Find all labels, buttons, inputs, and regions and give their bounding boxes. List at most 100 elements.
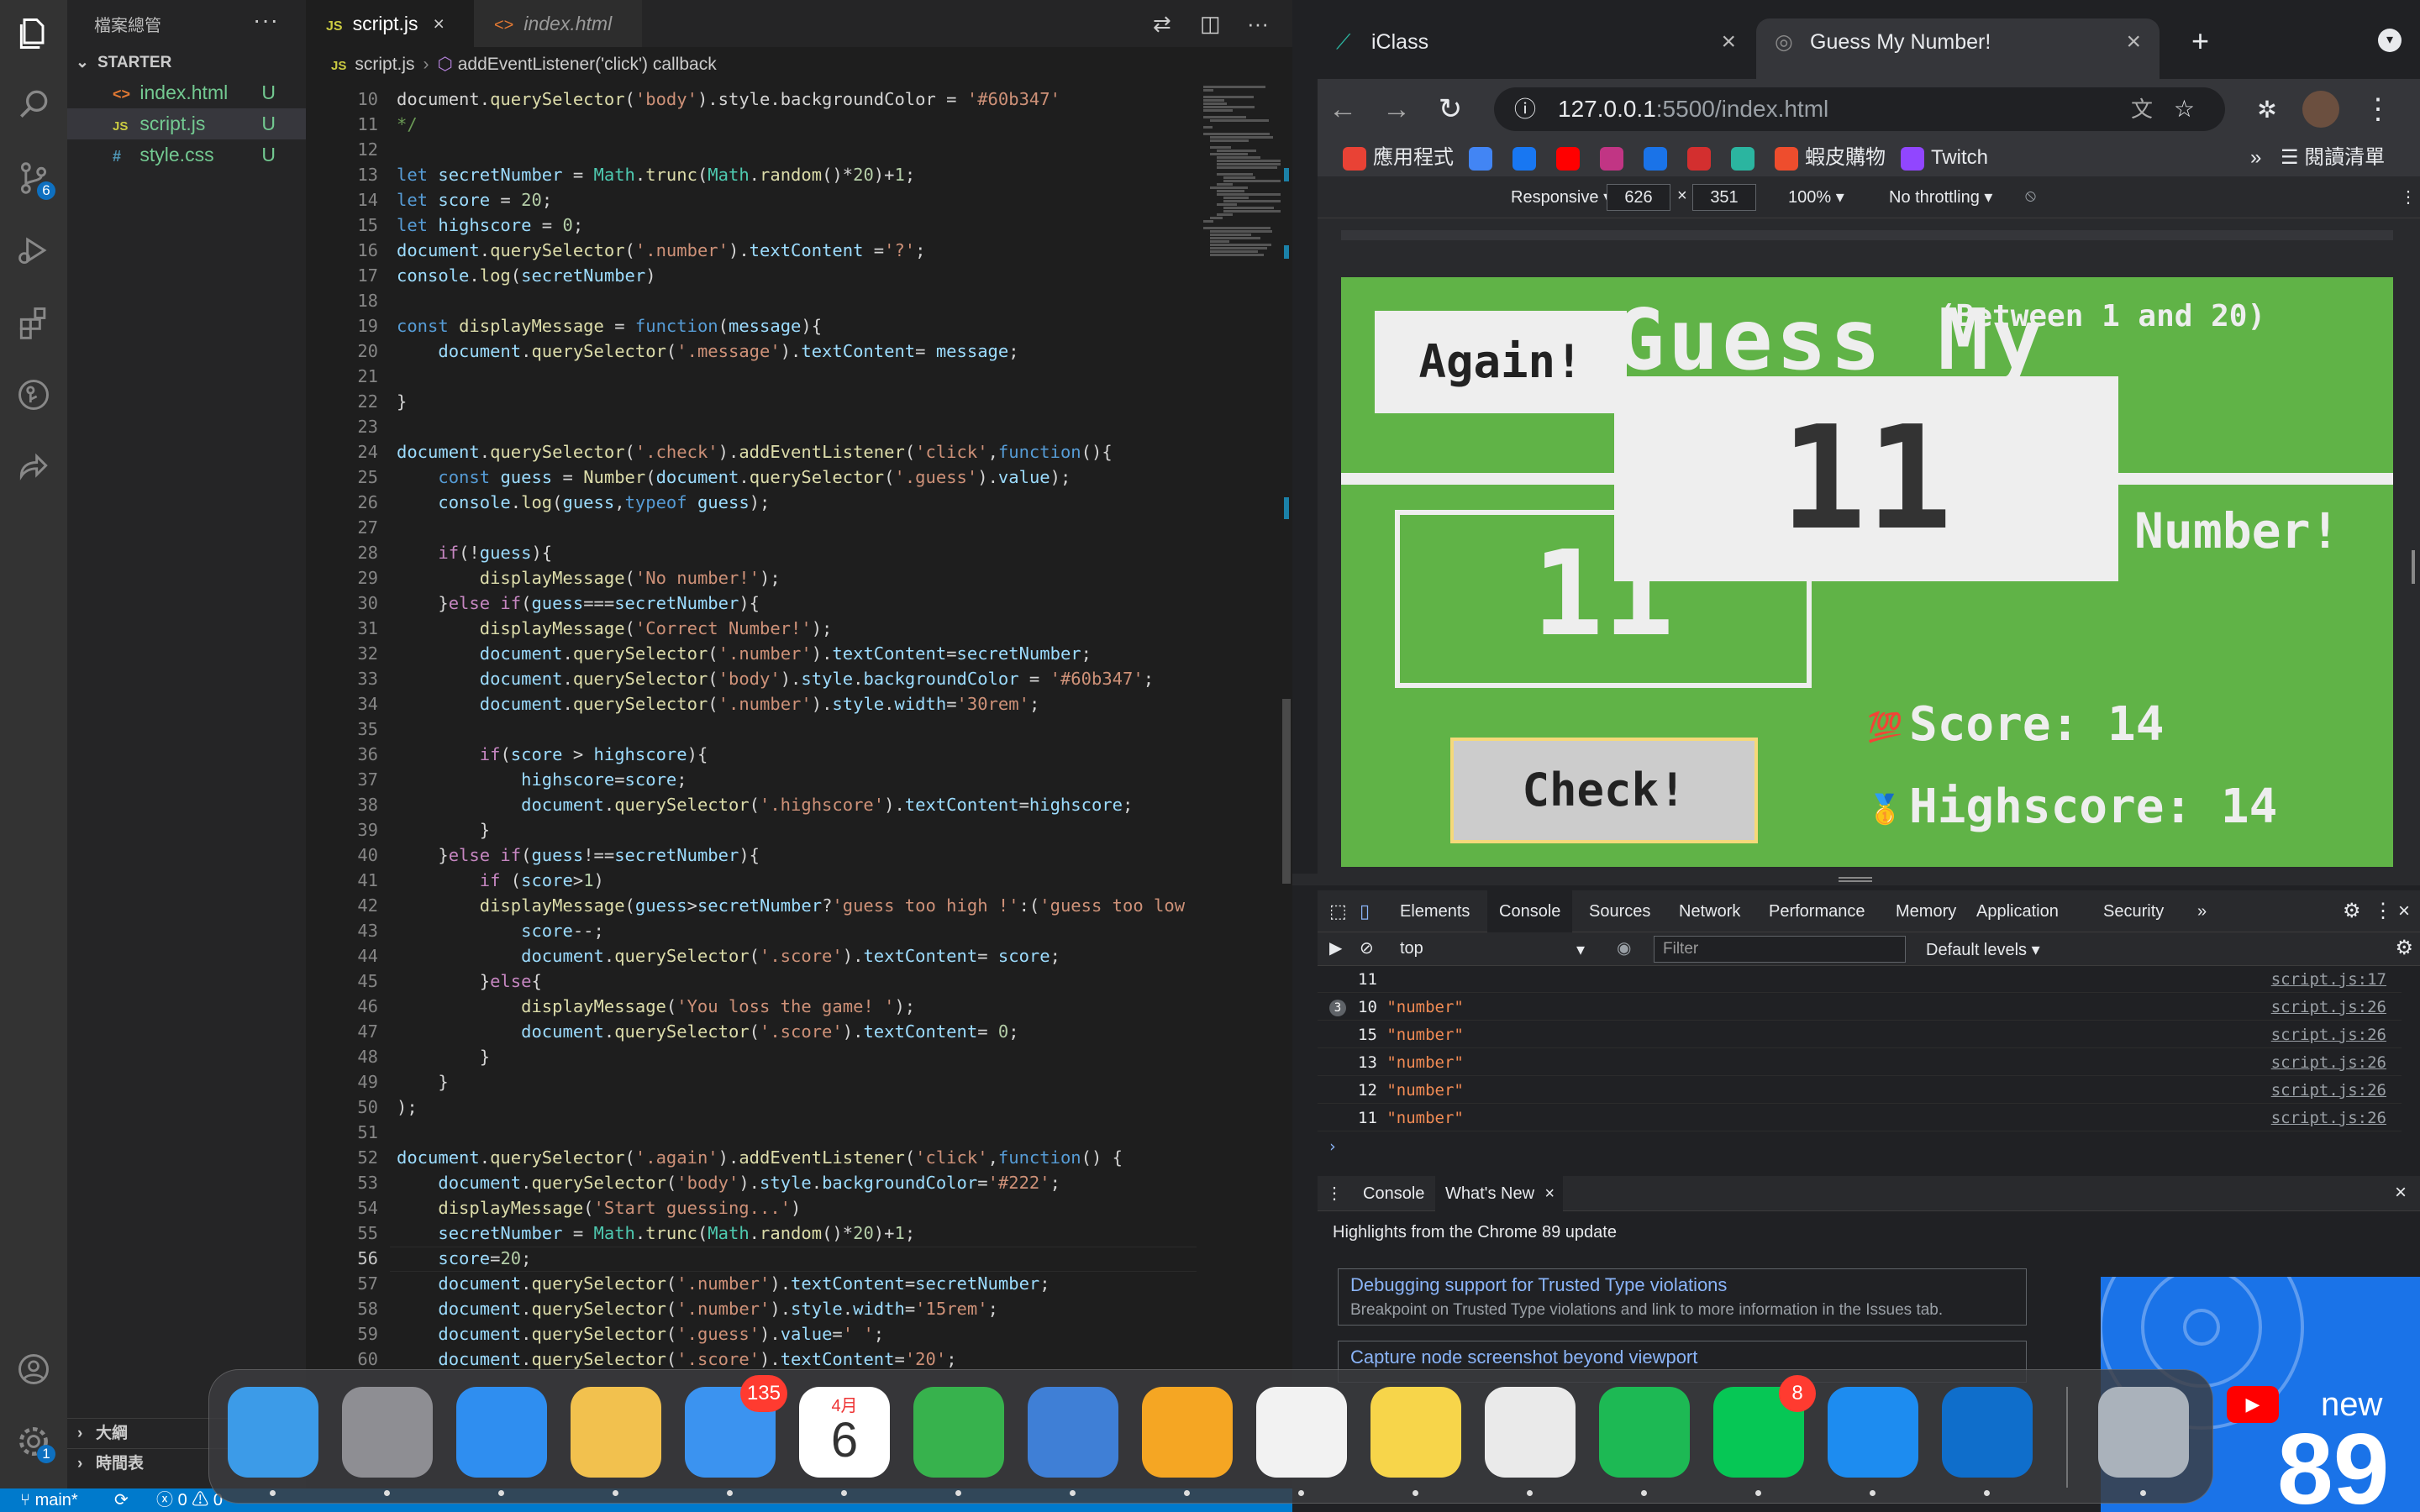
settings-gear-icon[interactable]: 1 (0, 1408, 67, 1475)
devtools-menu-icon[interactable]: ⋮ (2373, 890, 2393, 932)
check-button[interactable]: Check! (1450, 738, 1758, 843)
more-options-icon[interactable]: ⋮ (2400, 186, 2417, 207)
git-graph-icon[interactable] (0, 361, 67, 428)
console-filter-input[interactable]: Filter (1654, 936, 1906, 963)
compare-changes-icon[interactable]: ⇄ (1153, 0, 1171, 47)
source-link[interactable]: script.js:26 (2271, 1021, 2386, 1048)
drawer-tab-whats-new[interactable]: What's New × (1435, 1176, 1564, 1211)
star-icon[interactable]: ☆ (2174, 87, 2195, 131)
close-devtools-icon[interactable]: × (2398, 890, 2410, 932)
explorer-icon[interactable] (0, 0, 67, 67)
rotate-icon[interactable]: ⦸ (2025, 186, 2036, 206)
finder-icon[interactable] (228, 1387, 318, 1478)
tab-search-icon[interactable]: ▾ (2378, 29, 2402, 52)
close-icon[interactable]: × (2126, 18, 2141, 66)
code-editor[interactable]: 10 document.querySelector('body').style.b… (306, 77, 1197, 1488)
address-bar[interactable]: ⓘ 127.0.0.1:5500/index.html ⽂ ☆ (1494, 87, 2225, 131)
console-settings-icon[interactable]: ⚙ (2395, 936, 2413, 960)
tab-index-html[interactable]: <> index.html (474, 0, 642, 47)
more-tabs-icon[interactable]: » (2197, 890, 2207, 932)
folder-starter[interactable]: ⌄ STARTER (67, 50, 306, 76)
breadcrumb-file[interactable]: script.js (355, 55, 414, 74)
file-index-html[interactable]: <> index.html U (67, 77, 306, 108)
numbers-icon[interactable] (913, 1387, 1004, 1478)
bookmark-item[interactable] (1687, 143, 1718, 173)
browser-tab-iclass[interactable]: ⟋ iClass × (1318, 18, 1754, 79)
viewport-width-input[interactable]: 626 (1607, 184, 1670, 211)
clear-console-icon[interactable]: ⊘ (1360, 937, 1374, 958)
source-link[interactable]: script.js:26 (2271, 1105, 2386, 1131)
file-style-css[interactable]: # style.css U (67, 139, 306, 171)
file-script-js[interactable]: JS script.js U (67, 108, 306, 139)
log-levels-dropdown[interactable]: Default levels ▾ (1926, 939, 2040, 960)
again-button[interactable]: Again! (1375, 311, 1627, 413)
chrome-icon[interactable] (1485, 1387, 1576, 1478)
close-drawer-icon[interactable]: × (2395, 1181, 2407, 1205)
search-icon[interactable] (0, 71, 67, 138)
source-link[interactable]: script.js:26 (2271, 994, 2386, 1021)
spotify-icon[interactable] (1599, 1387, 1690, 1478)
devtools-tab-console[interactable]: Console (1487, 890, 1573, 932)
resize-handle-right[interactable] (2412, 550, 2415, 584)
bookmark-item[interactable]: 應用程式 (1343, 143, 1454, 173)
devtools-tab-memory[interactable]: Memory (1884, 890, 1968, 932)
drawer-tab-console[interactable]: Console (1355, 1176, 1433, 1211)
zoom-dropdown[interactable]: 100% ▾ (1788, 186, 1844, 207)
bookmark-item[interactable] (1644, 143, 1674, 173)
bookmark-item[interactable] (1556, 143, 1586, 173)
device-toggle-icon[interactable]: ▯ (1360, 890, 1370, 932)
minimap[interactable] (1197, 77, 1291, 1488)
close-icon[interactable]: × (434, 13, 445, 34)
context-dropdown[interactable]: top ▾ (1400, 939, 1585, 959)
tab-script-js[interactable]: JS script.js × (306, 0, 474, 47)
drawer-menu-icon[interactable]: ⋮ (1326, 1183, 1343, 1204)
keynote-icon[interactable] (1028, 1387, 1118, 1478)
split-editor-icon[interactable]: ◫ (1200, 0, 1221, 47)
breadcrumb-symbol[interactable]: addEventListener('click') callback (458, 55, 717, 74)
resize-handle-bottom[interactable] (1292, 874, 2420, 885)
reload-icon[interactable]: ↻ (1425, 79, 1476, 139)
bookmark-item[interactable]: Twitch (1901, 143, 1988, 173)
xcode-icon[interactable] (1828, 1387, 1918, 1478)
bookmark-item[interactable] (1731, 143, 1761, 173)
pages-icon[interactable] (1142, 1387, 1233, 1478)
source-link[interactable]: script.js:17 (2271, 966, 2386, 993)
close-icon[interactable]: × (1721, 18, 1736, 66)
more-bookmarks-icon[interactable]: » (2250, 143, 2261, 173)
viewport-height-input[interactable]: 351 (1692, 184, 1756, 211)
branch-indicator[interactable]: ⑂ main* (20, 1488, 78, 1512)
devtools-tab-performance[interactable]: Performance (1757, 890, 1877, 932)
translate-icon[interactable]: ⽂ (2131, 87, 2153, 131)
devtools-tab-sources[interactable]: Sources (1577, 890, 1662, 932)
device-mode-dropdown[interactable]: Responsive ▾ (1511, 186, 1612, 207)
more-actions-icon[interactable]: ··· (253, 7, 279, 34)
close-icon[interactable]: × (1544, 1176, 1555, 1211)
source-link[interactable]: script.js:26 (2271, 1049, 2386, 1076)
editor-scrollbar[interactable] (1281, 77, 1292, 1488)
profile-avatar[interactable] (2302, 91, 2339, 128)
devtools-tab-elements[interactable]: Elements (1388, 890, 1481, 932)
devtools-tab-security[interactable]: Security (2091, 890, 2175, 932)
throttle-dropdown[interactable]: No throttling ▾ (1889, 186, 1992, 207)
line-icon[interactable]: 8 (1713, 1375, 1816, 1478)
calendar-icon[interactable]: 4月 6 (799, 1387, 890, 1478)
sidebar-toggle-icon[interactable]: ▶ (1329, 937, 1342, 958)
devtools-tab-application[interactable]: Application (1965, 890, 2070, 932)
account-icon[interactable] (0, 1336, 67, 1403)
notes-icon[interactable] (1370, 1387, 1461, 1478)
photos-icon[interactable] (571, 1387, 661, 1478)
bookmark-item[interactable] (1512, 143, 1543, 173)
vscode-icon[interactable] (1942, 1387, 2033, 1478)
safari-icon[interactable] (456, 1387, 547, 1478)
forward-icon[interactable]: → (1371, 79, 1422, 139)
live-share-icon[interactable] (0, 433, 67, 501)
devtools-tab-network[interactable]: Network (1667, 890, 1752, 932)
system-preferences-icon[interactable] (342, 1387, 433, 1478)
reading-list-button[interactable]: ☰ 閱讀清單 (2281, 143, 2385, 173)
chrome-menu-icon[interactable]: ⋮ (2353, 79, 2403, 139)
bookmark-item[interactable]: 蝦皮購物 (1775, 143, 1886, 173)
console-prompt[interactable]: › (1328, 1137, 1337, 1156)
trash-icon[interactable] (2098, 1387, 2189, 1478)
eye-icon[interactable]: ◉ (1617, 937, 1631, 958)
back-icon[interactable]: ← (1318, 79, 1368, 139)
